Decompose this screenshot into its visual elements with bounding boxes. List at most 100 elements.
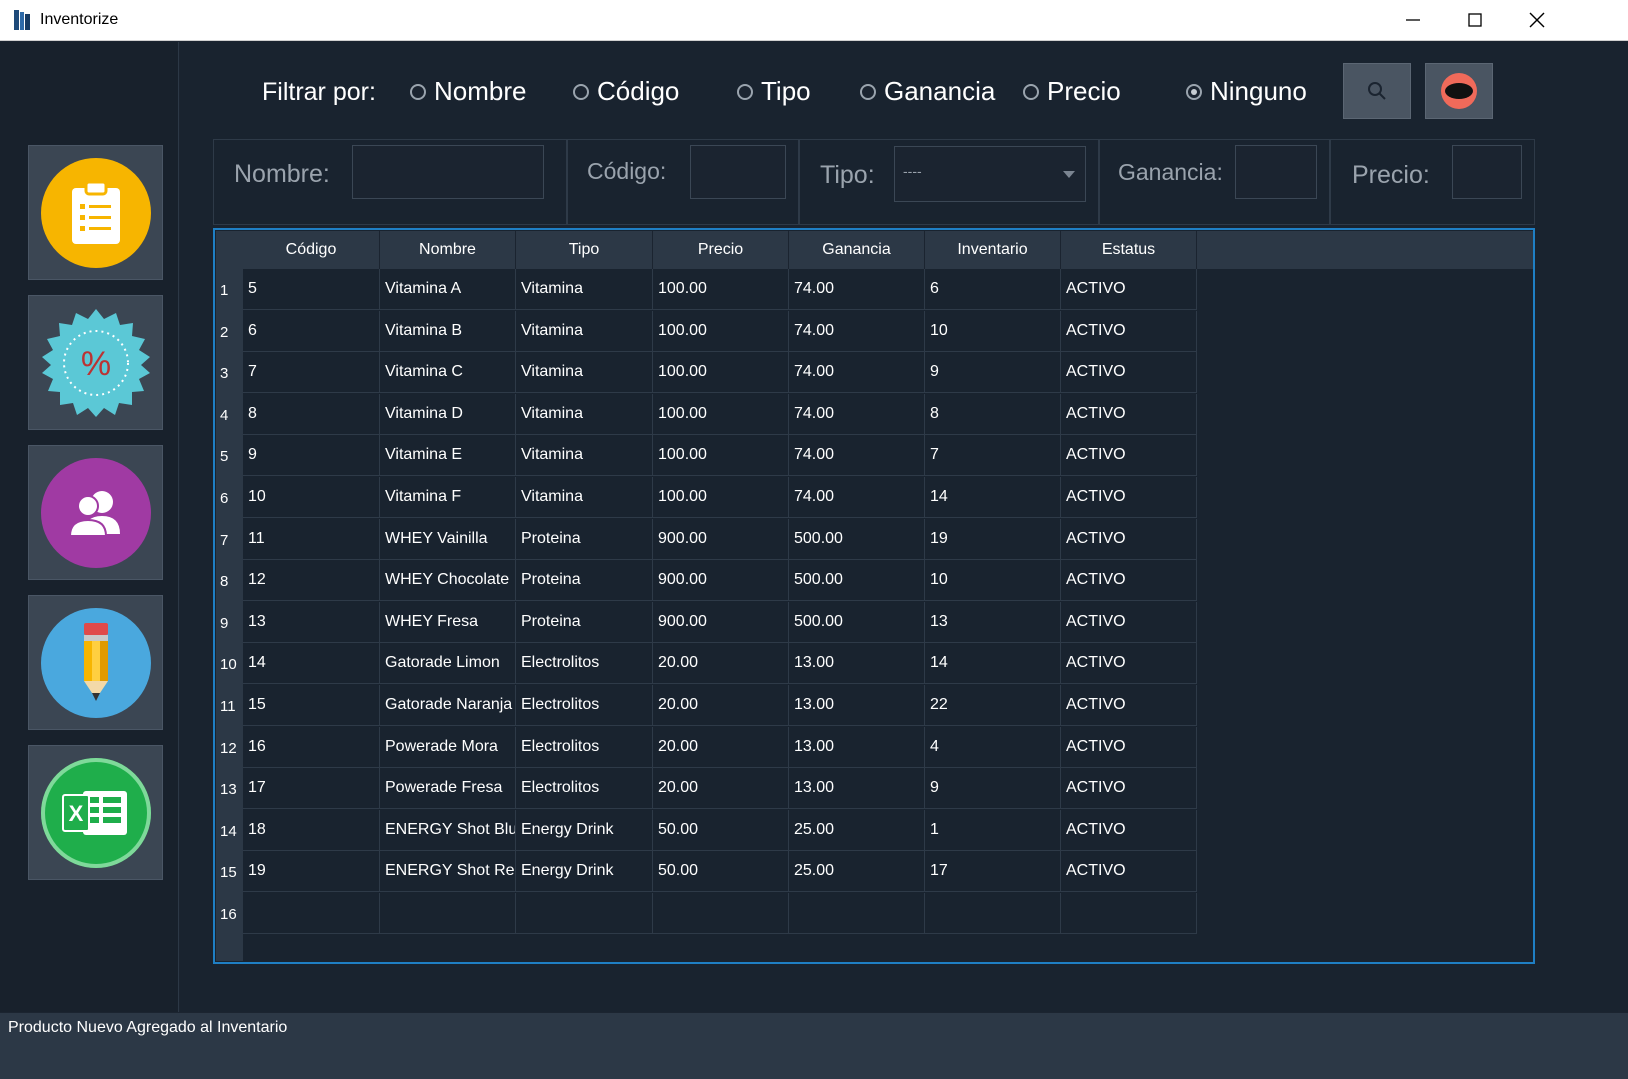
table-cell[interactable]: 74.00: [789, 477, 925, 518]
table-cell[interactable]: 9: [925, 768, 1061, 810]
inventory-button[interactable]: [28, 145, 163, 280]
table-cell[interactable]: ENERGY Shot Blue: [380, 809, 516, 851]
table-row[interactable]: 9 13 WHEY Fresa Proteina 900.00 500.00 13 ACTIV…: [216, 601, 1197, 643]
row-number[interactable]: 2: [216, 311, 243, 352]
table-cell[interactable]: 19: [925, 518, 1061, 560]
table-cell[interactable]: Vitamina B: [380, 310, 516, 352]
tipo-select[interactable]: ----: [894, 146, 1086, 202]
radio-precio[interactable]: Precio: [1023, 76, 1121, 107]
table-row[interactable]: 11 15 Gatorade Naranja Electrolitos 20.00 13.…: [216, 685, 1197, 726]
table-cell[interactable]: 900.00: [653, 518, 789, 560]
table-cell[interactable]: Proteina: [516, 601, 653, 643]
minimize-button[interactable]: [1382, 0, 1444, 40]
table-cell[interactable]: Powerade Mora: [380, 726, 516, 768]
table-row[interactable]: 7 11 WHEY Vainilla Proteina 900.00 500.00 19 AC…: [216, 518, 1197, 560]
table-row[interactable]: 3 7 Vitamina C Vitamina 100.00 74.00 9 ACTIVO: [216, 352, 1197, 394]
table-row[interactable]: 16: [216, 893, 1197, 934]
table-cell[interactable]: 74.00: [789, 310, 925, 352]
table-cell[interactable]: WHEY Fresa: [380, 601, 516, 643]
row-number[interactable]: 16: [216, 893, 243, 934]
table-cell[interactable]: WHEY Vainilla: [380, 518, 516, 560]
row-number[interactable]: 3: [216, 352, 243, 393]
table-cell[interactable]: Electrolitos: [516, 768, 653, 810]
nombre-input[interactable]: [352, 145, 544, 199]
table-cell[interactable]: ACTIVO: [1061, 768, 1197, 810]
table-cell[interactable]: 8: [925, 393, 1061, 435]
table-cell[interactable]: 13.00: [789, 643, 925, 685]
table-cell[interactable]: 100.00: [653, 310, 789, 352]
table-cell[interactable]: 4: [925, 726, 1061, 768]
table-cell[interactable]: 500.00: [789, 560, 925, 602]
table-cell[interactable]: 100.00: [653, 393, 789, 435]
column-header-ganancia[interactable]: Ganancia: [789, 231, 925, 269]
row-number[interactable]: 15: [216, 851, 243, 892]
table-cell[interactable]: Electrolitos: [516, 643, 653, 685]
table-cell[interactable]: 8: [243, 393, 380, 435]
table-cell[interactable]: ACTIVO: [1061, 518, 1197, 560]
column-header-inventario[interactable]: Inventario: [925, 231, 1061, 269]
table-cell[interactable]: 50.00: [653, 851, 789, 893]
table-row[interactable]: 14 18 ENERGY Shot Blue Energy Drink 50.00 25.…: [216, 809, 1197, 851]
table-cell[interactable]: Vitamina E: [380, 435, 516, 477]
table-row[interactable]: 6 10 Vitamina F Vitamina 100.00 74.00 14 ACTIVO: [216, 477, 1197, 518]
table-cell[interactable]: Energy Drink: [516, 809, 653, 851]
table-cell[interactable]: 5: [243, 269, 380, 310]
table-cell[interactable]: Proteina: [516, 518, 653, 560]
row-number[interactable]: 4: [216, 394, 243, 435]
discount-button[interactable]: %: [28, 295, 163, 430]
table-row[interactable]: 4 8 Vitamina D Vitamina 100.00 74.00 8 ACTIVO: [216, 393, 1197, 435]
table-cell[interactable]: 6: [243, 310, 380, 352]
table-row[interactable]: 13 17 Powerade Fresa Electrolitos 20.00 13.00…: [216, 768, 1197, 810]
table-cell[interactable]: 100.00: [653, 435, 789, 477]
table-cell[interactable]: 13: [925, 601, 1061, 643]
table-cell[interactable]: Energy Drink: [516, 851, 653, 893]
radio-ganancia[interactable]: Ganancia: [860, 76, 995, 107]
table-cell[interactable]: 17: [243, 768, 380, 810]
table-cell[interactable]: 10: [243, 477, 380, 518]
table-cell[interactable]: [380, 893, 516, 934]
table-cell[interactable]: [516, 893, 653, 934]
table-cell[interactable]: 11: [243, 518, 380, 560]
table-cell[interactable]: 900.00: [653, 560, 789, 602]
table-cell[interactable]: [925, 893, 1061, 934]
table-cell[interactable]: Gatorade Naranja: [380, 685, 516, 726]
row-number[interactable]: 14: [216, 810, 243, 851]
table-cell[interactable]: [653, 893, 789, 934]
clear-filter-button[interactable]: [1425, 63, 1493, 119]
table-cell[interactable]: 18: [243, 809, 380, 851]
table-cell[interactable]: Vitamina F: [380, 477, 516, 518]
table-row[interactable]: 1 5 Vitamina A Vitamina 100.00 74.00 6 ACTIVO: [216, 269, 1197, 310]
precio-input[interactable]: [1452, 145, 1522, 199]
table-cell[interactable]: ACTIVO: [1061, 310, 1197, 352]
table-cell[interactable]: 100.00: [653, 352, 789, 394]
table-row[interactable]: 15 19 ENERGY Shot Red Energy Drink 50.00 25.0…: [216, 851, 1197, 893]
table-cell[interactable]: 20.00: [653, 726, 789, 768]
column-header-tipo[interactable]: Tipo: [516, 231, 653, 269]
export-excel-button[interactable]: X: [28, 745, 163, 880]
table-cell[interactable]: 74.00: [789, 393, 925, 435]
table-cell[interactable]: 19: [243, 851, 380, 893]
table-cell[interactable]: 74.00: [789, 435, 925, 477]
table-cell[interactable]: ACTIVO: [1061, 851, 1197, 893]
table-cell[interactable]: 9: [925, 352, 1061, 394]
table-cell[interactable]: 13: [243, 601, 380, 643]
table-cell[interactable]: 7: [925, 435, 1061, 477]
table-cell[interactable]: ACTIVO: [1061, 269, 1197, 310]
table-cell[interactable]: Vitamina: [516, 393, 653, 435]
row-number[interactable]: 5: [216, 435, 243, 476]
row-number[interactable]: 13: [216, 768, 243, 809]
table-cell[interactable]: 1: [925, 809, 1061, 851]
table-cell[interactable]: 7: [243, 352, 380, 394]
radio-codigo[interactable]: Código: [573, 76, 679, 107]
column-header-codigo[interactable]: Código: [243, 231, 380, 269]
radio-ninguno[interactable]: Ninguno: [1186, 76, 1307, 107]
table-cell[interactable]: 74.00: [789, 352, 925, 394]
table-row[interactable]: 8 12 WHEY Chocolate Proteina 900.00 500.00 10 A…: [216, 560, 1197, 602]
table-cell[interactable]: 20.00: [653, 643, 789, 685]
table-cell[interactable]: ACTIVO: [1061, 643, 1197, 685]
table-cell[interactable]: 20.00: [653, 685, 789, 726]
table-row[interactable]: 2 6 Vitamina B Vitamina 100.00 74.00 10 ACTIVO: [216, 310, 1197, 352]
table-cell[interactable]: 10: [925, 310, 1061, 352]
table-cell[interactable]: Proteina: [516, 560, 653, 602]
table-cell[interactable]: 100.00: [653, 477, 789, 518]
